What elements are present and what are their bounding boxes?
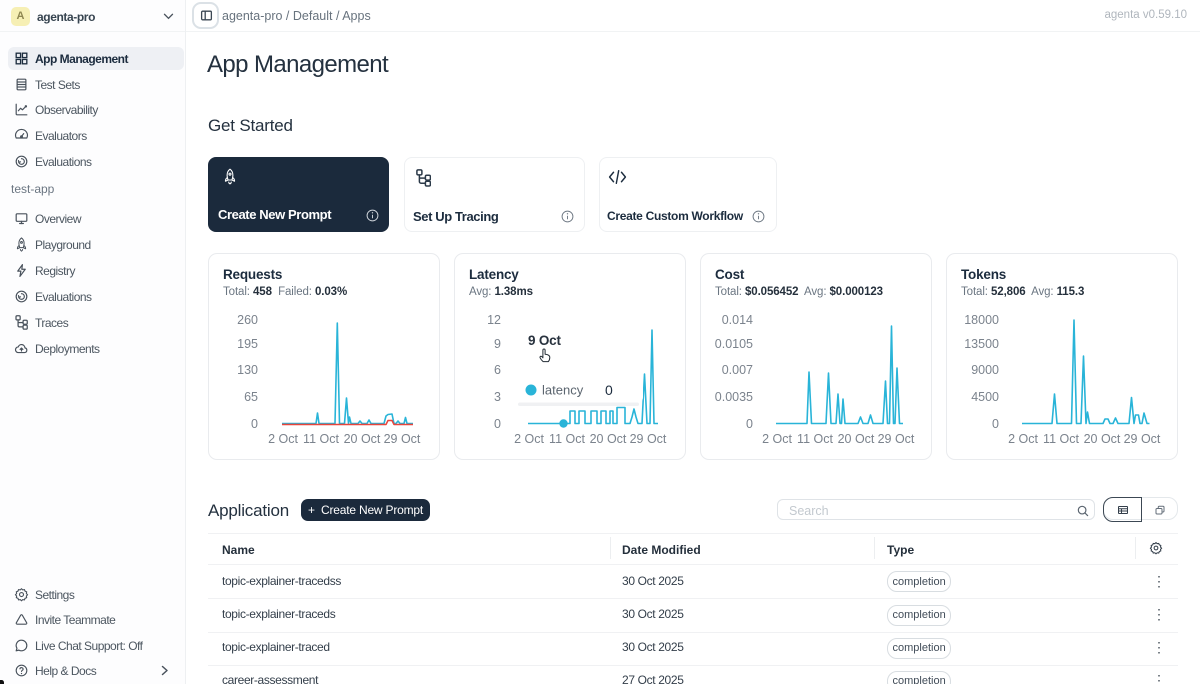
svg-text:29 Oct: 29 Oct <box>630 432 667 446</box>
svg-text:9 Oct: 9 Oct <box>528 333 561 348</box>
svg-text:20 Oct: 20 Oct <box>344 432 381 446</box>
svg-text:2 Oct: 2 Oct <box>762 432 792 446</box>
svg-text:18000: 18000 <box>964 313 999 327</box>
svg-text:0.007: 0.007 <box>722 363 753 377</box>
svg-text:0: 0 <box>494 417 501 431</box>
svg-text:195: 195 <box>237 337 258 351</box>
svg-text:9: 9 <box>494 337 501 351</box>
svg-text:12: 12 <box>487 313 501 327</box>
svg-text:4500: 4500 <box>971 390 999 404</box>
svg-text:3: 3 <box>494 390 501 404</box>
svg-text:6: 6 <box>494 363 501 377</box>
svg-text:9000: 9000 <box>971 363 999 377</box>
svg-text:2 Oct: 2 Oct <box>268 432 298 446</box>
svg-text:130: 130 <box>237 363 258 377</box>
svg-text:11 Oct: 11 Oct <box>303 432 339 446</box>
svg-text:0: 0 <box>605 382 613 398</box>
svg-text:29 Oct: 29 Oct <box>878 432 915 446</box>
svg-text:0.0035: 0.0035 <box>715 390 753 404</box>
svg-text:13500: 13500 <box>964 337 999 351</box>
svg-text:20 Oct: 20 Oct <box>590 432 627 446</box>
svg-text:0: 0 <box>992 417 999 431</box>
svg-text:2 Oct: 2 Oct <box>1008 432 1038 446</box>
svg-text:65: 65 <box>244 390 258 404</box>
svg-text:11 Oct: 11 Oct <box>1043 432 1079 446</box>
svg-text:29 Oct: 29 Oct <box>1124 432 1161 446</box>
svg-text:0: 0 <box>746 417 753 431</box>
svg-text:latency: latency <box>542 383 584 398</box>
svg-text:0: 0 <box>251 417 258 431</box>
svg-text:11 Oct: 11 Oct <box>797 432 833 446</box>
svg-text:11 Oct: 11 Oct <box>549 432 585 446</box>
svg-text:0.014: 0.014 <box>722 313 753 327</box>
svg-text:20 Oct: 20 Oct <box>838 432 875 446</box>
svg-text:260: 260 <box>237 313 258 327</box>
svg-text:29 Oct: 29 Oct <box>384 432 421 446</box>
svg-text:2 Oct: 2 Oct <box>514 432 544 446</box>
svg-text:0.0105: 0.0105 <box>715 337 753 351</box>
svg-text:20 Oct: 20 Oct <box>1084 432 1121 446</box>
